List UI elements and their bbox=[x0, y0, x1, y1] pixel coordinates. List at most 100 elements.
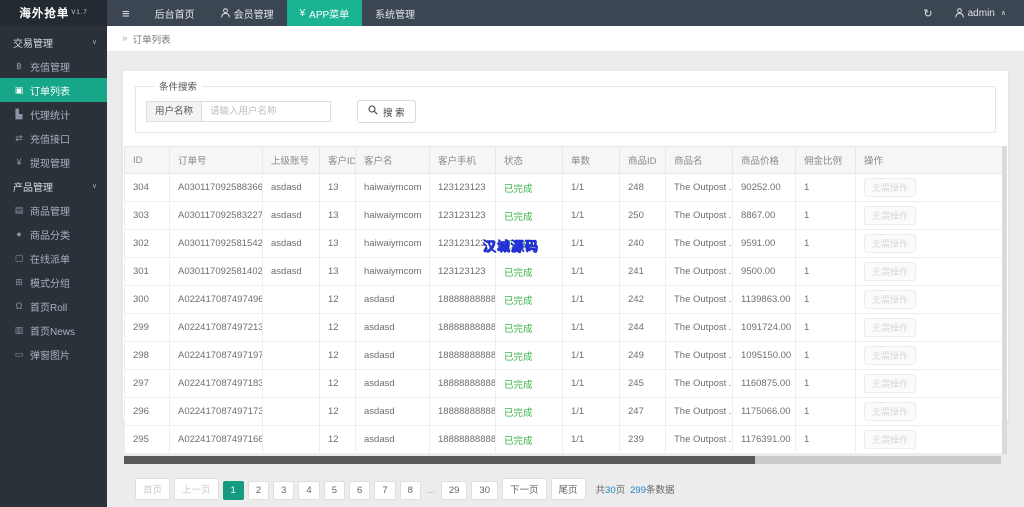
no-action-button[interactable]: 无需操作 bbox=[864, 206, 917, 225]
no-action-button[interactable]: 无需操作 bbox=[864, 290, 917, 309]
menu-icon: ≡ bbox=[122, 5, 130, 21]
sidebar-item-9[interactable]: ▢ 在线派单 bbox=[0, 246, 107, 270]
sidebar-section-6[interactable]: 产品管理 ∨ bbox=[0, 174, 107, 198]
table-cell: 301 bbox=[124, 257, 170, 286]
page-29-button[interactable]: 29 bbox=[440, 481, 468, 500]
table-cell: 无需操作 bbox=[855, 397, 1006, 426]
table-cell: 18888888888 bbox=[429, 285, 496, 314]
page-6-button[interactable]: 6 bbox=[349, 481, 371, 500]
topnav-item-3[interactable]: 系统管理 bbox=[362, 0, 428, 26]
table-cell: asdasd bbox=[355, 397, 430, 426]
sidebar-item-8[interactable]: ● 商品分类 bbox=[0, 222, 107, 246]
sidebar-toggle[interactable]: ≡ bbox=[107, 6, 142, 21]
topnav-item-2[interactable]: ¥ APP菜单 bbox=[286, 0, 363, 26]
table-cell: 无需操作 bbox=[855, 201, 1006, 230]
table-cell: 无需操作 bbox=[855, 313, 1006, 342]
table-cell: 9500.00 bbox=[732, 257, 796, 286]
total-records: 299 bbox=[630, 485, 646, 496]
no-action-button[interactable]: 无需操作 bbox=[864, 234, 917, 253]
column-header: 商品价格 bbox=[732, 146, 796, 174]
table-cell: asdasd bbox=[355, 369, 430, 398]
table-cell: 无需操作 bbox=[855, 229, 1006, 258]
no-action-button[interactable]: 无需操作 bbox=[864, 178, 917, 197]
sidebar-item-13[interactable]: ▭ 弹窗图片 bbox=[0, 342, 107, 366]
table-header-row: ID 订单号 上级账号 客户ID 客户名 客户手机 状态 单数 商品ID 商品名 商品价格 佣金比例操… bbox=[124, 146, 1006, 174]
topnav-items: 后台首页 会员管理 ¥ APP菜单 系统管理 bbox=[142, 0, 429, 26]
prev-button[interactable]: 上一页 bbox=[174, 478, 219, 500]
no-action-button[interactable]: 无需操作 bbox=[864, 318, 917, 337]
summary-prefix: 共 bbox=[595, 485, 606, 496]
sidebar-item-3[interactable]: ▙ 代理统计 bbox=[0, 102, 107, 126]
no-action-button[interactable]: 无需操作 bbox=[864, 430, 917, 449]
sidebar-item-11[interactable]: Ω 首页Roll bbox=[0, 294, 107, 318]
search-button[interactable]: 搜 索 bbox=[357, 100, 416, 123]
table-cell: 1/1 bbox=[562, 229, 620, 258]
sidebar-item-4[interactable]: ⇄ 充值接口 bbox=[0, 126, 107, 150]
top-navbar: ≡ 后台首页 会员管理 ¥ APP菜单 系统管理 ↻ admin ∧ bbox=[107, 0, 1024, 26]
topnav-item-1[interactable]: 会员管理 bbox=[208, 0, 287, 26]
first-button[interactable]: 首页 bbox=[135, 478, 171, 500]
no-action-button[interactable]: 无需操作 bbox=[864, 402, 917, 421]
table-cell: 1/1 bbox=[562, 425, 620, 454]
order-list-icon: ▣ bbox=[14, 84, 24, 95]
table-cell: 299 bbox=[124, 313, 170, 342]
page-5-button[interactable]: 5 bbox=[323, 481, 346, 500]
scrollbar-thumb[interactable] bbox=[124, 456, 756, 464]
vertical-scrollbar[interactable] bbox=[1002, 146, 1007, 454]
table-cell: 1091724.00 bbox=[732, 313, 796, 342]
table-cell: A02241708749716653 bbox=[169, 425, 263, 454]
table-cell: 已完成 bbox=[495, 397, 563, 426]
page-3-button[interactable]: 3 bbox=[273, 481, 295, 500]
table-row: 303A03011709258322713asdasd13haiwaiymcom… bbox=[124, 201, 1006, 230]
username-input[interactable] bbox=[201, 101, 332, 122]
no-action-button[interactable]: 无需操作 bbox=[864, 374, 917, 393]
table-cell: haiwaiymcom bbox=[355, 257, 430, 286]
table-cell: 18888888888 bbox=[429, 313, 496, 342]
column-header: 操作 bbox=[855, 146, 1006, 174]
topnav-item-0[interactable]: 后台首页 bbox=[142, 0, 208, 26]
bitcoin-icon: ฿ bbox=[16, 60, 22, 71]
sidebar-item-7[interactable]: ▤ 商品管理 bbox=[0, 198, 107, 222]
table-cell: 已完成 bbox=[495, 313, 563, 342]
no-action-button[interactable]: 无需操作 bbox=[864, 346, 917, 365]
table-cell: 1 bbox=[795, 369, 856, 398]
table-cell: 已完成 bbox=[495, 257, 563, 286]
horizontal-scrollbar[interactable] bbox=[124, 456, 1001, 464]
sidebar-item-10[interactable]: ⊞ 模式分组 bbox=[0, 270, 107, 294]
refresh-icon[interactable]: ↻ bbox=[923, 7, 932, 20]
page-8-button[interactable]: 8 bbox=[399, 481, 421, 500]
table-cell: haiwaiymcom bbox=[355, 201, 430, 230]
sidebar-item-label: 充值接口 bbox=[30, 134, 70, 146]
user-menu[interactable]: admin ∧ bbox=[954, 8, 1006, 19]
app-root: 海外抢单 V1.7 交易管理 ∨ ฿ 充值管理 ▣ 订单列表 ▙ 代理统计 ⇄ 充值接口 ¥ 提现管理产… bbox=[0, 0, 1024, 507]
sidebar-item-5[interactable]: ¥ 提现管理 bbox=[0, 150, 107, 174]
table-cell: 1 bbox=[795, 257, 856, 286]
page-4-button[interactable]: 4 bbox=[298, 481, 320, 500]
sidebar-item-2[interactable]: ▣ 订单列表 bbox=[0, 78, 107, 102]
page-30-button[interactable]: 30 bbox=[471, 481, 498, 500]
table-cell: 1176391.00 bbox=[732, 425, 796, 454]
status-text: 已完成 bbox=[504, 295, 533, 307]
table-cell: The Outpost ... bbox=[665, 397, 733, 426]
table-row: 295A02241708749716653 12asdasd18888888888… bbox=[124, 425, 1006, 454]
page-7-button[interactable]: 7 bbox=[374, 481, 396, 500]
table-cell: 248 bbox=[619, 173, 666, 202]
table-cell: 12 bbox=[319, 341, 356, 370]
last-button[interactable]: 尾页 bbox=[550, 478, 586, 500]
sidebar-item-1[interactable]: ฿ 充值管理 bbox=[0, 54, 107, 78]
orders-table-zone: ID 订单号 上级账号 客户ID 客户名 客户手机 状态 单数 商品ID 商品名 商品价格 佣金比例操… bbox=[124, 146, 1007, 464]
table-cell bbox=[262, 285, 320, 314]
pagination-summary: 共30页 299条数据 bbox=[596, 482, 675, 496]
page-2-button[interactable]: 2 bbox=[247, 481, 270, 500]
sidebar-section-0[interactable]: 交易管理 ∨ bbox=[0, 30, 107, 54]
table-cell: 1/1 bbox=[562, 257, 620, 286]
chevron-down-icon: ∨ bbox=[91, 183, 97, 190]
table-cell: 18888888888 bbox=[429, 397, 496, 426]
topnav-item-label: 系统管理 bbox=[375, 9, 416, 21]
table-cell: A02241708749749663 bbox=[169, 285, 263, 314]
page-1-button[interactable]: 1 bbox=[222, 481, 244, 500]
table-cell: 247 bbox=[619, 397, 666, 426]
no-action-button[interactable]: 无需操作 bbox=[864, 262, 917, 281]
next-button[interactable]: 下一页 bbox=[501, 478, 547, 500]
sidebar-item-12[interactable]: ▥ 首页News bbox=[0, 318, 107, 342]
